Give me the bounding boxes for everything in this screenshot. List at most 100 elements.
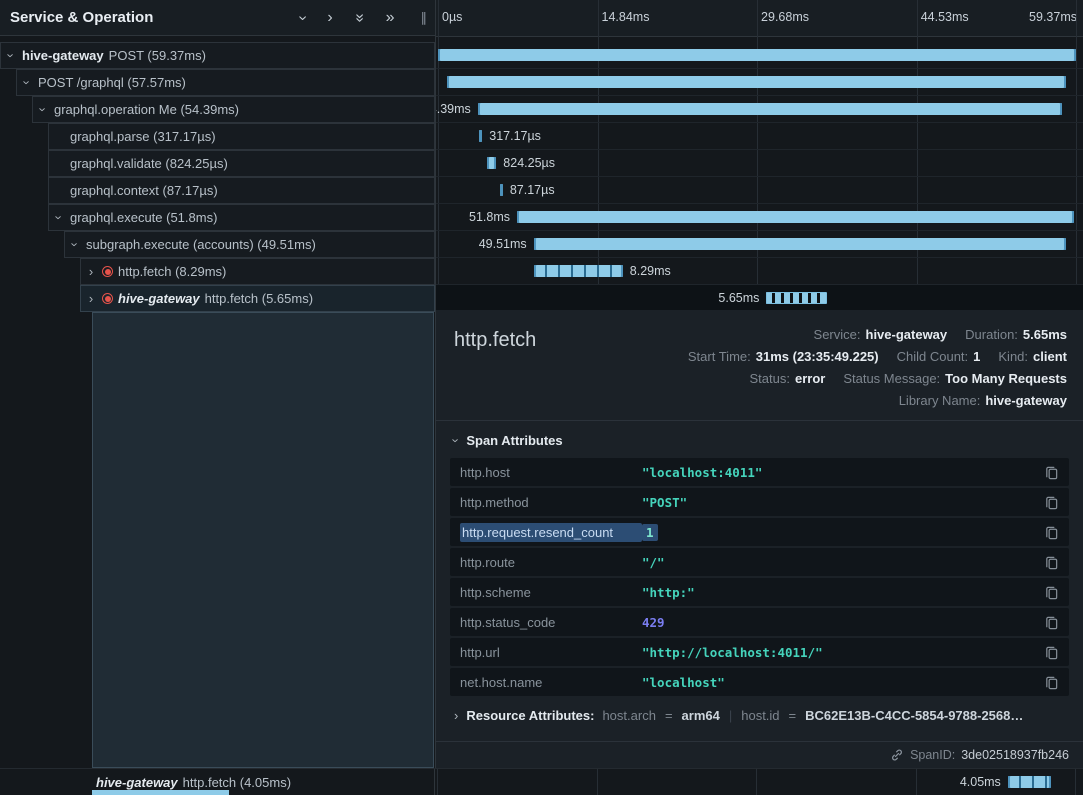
span-label: http.fetch (8.29ms) (118, 264, 226, 279)
timeline-tick-label: 0µs (442, 10, 462, 24)
chevron-down-icon[interactable]: › (52, 212, 67, 224)
tree-row[interactable]: ›graphql.operation Me (54.39ms) (0, 96, 435, 123)
copy-icon[interactable] (1044, 675, 1059, 690)
span-bar[interactable] (766, 292, 827, 304)
tree-row[interactable]: ›graphql.execute (51.8ms) (0, 204, 435, 231)
timeline-row[interactable]: 824.25µs (436, 150, 1083, 177)
chevron-right-icon: › (454, 709, 458, 722)
span-bar[interactable] (487, 157, 496, 169)
span-row-box: ›graphql.operation Me (54.39ms) (32, 96, 435, 123)
timeline-row[interactable]: 87.17µs (436, 177, 1083, 204)
timeline-row[interactable]: 8.29ms (436, 258, 1083, 285)
tree-row[interactable]: ›subgraph.execute (accounts) (49.51ms) (0, 231, 435, 258)
chevron-down-icon[interactable]: › (295, 15, 311, 20)
section-title: Span Attributes (466, 433, 562, 448)
meta-value: 1 (973, 349, 980, 364)
copy-icon[interactable] (1044, 525, 1059, 540)
attribute-row: net.host.name"localhost" (450, 668, 1069, 696)
trace-viewer: Service & Operation › › » » ∥ ›hive-gatewayP… (0, 0, 1083, 795)
span-duration-label: 5.65ms (718, 285, 759, 312)
span-bar[interactable] (438, 49, 1076, 61)
chevron-down-icon[interactable]: › (36, 104, 51, 116)
resize-handle-icon[interactable]: ∥ (421, 11, 428, 24)
span-row-box: graphql.context (87.17µs) (48, 177, 435, 204)
tree-row[interactable]: ›hive-gatewayhttp.fetch (5.65ms) (0, 285, 435, 312)
resource-attributes-preview: host.arch=arm64|host.id=BC62E13B-C4CC-58… (602, 708, 1023, 723)
detail-meta-line: Status:errorStatus Message:Too Many Requ… (688, 368, 1067, 390)
copy-icon[interactable] (1044, 465, 1059, 480)
attribute-value: "http:" (642, 585, 695, 600)
span-bar[interactable] (534, 265, 623, 277)
attribute-key: http.host (460, 465, 642, 480)
span-duration-label: 4.05ms (960, 769, 1001, 795)
separator: | (729, 708, 732, 723)
timeline-row[interactable]: 5.65ms (436, 285, 1083, 312)
span-label: subgraph.execute (accounts) (49.51ms) (86, 237, 316, 252)
meta-value: Too Many Requests (945, 371, 1067, 386)
meta-label: Service: (814, 327, 861, 342)
chevron-right-icon[interactable]: › (85, 291, 97, 306)
timeline-row[interactable]: 317.17µs (436, 123, 1083, 150)
service-name: hive-gateway (96, 775, 178, 790)
span-id-label: SpanID: (910, 748, 955, 762)
span-bar[interactable] (1008, 776, 1052, 788)
meta-label: Start Time: (688, 349, 751, 364)
timeline-row[interactable]: 51.8ms (436, 204, 1083, 231)
timeline-row[interactable]: 54.39ms (436, 96, 1083, 123)
span-duration-label: 51.8ms (469, 204, 510, 231)
chevron-down-icon[interactable]: › (20, 77, 35, 89)
chevron-down-icon[interactable]: › (68, 239, 83, 251)
span-bar[interactable] (517, 211, 1074, 223)
copy-icon[interactable] (1044, 495, 1059, 510)
span-label: graphql.validate (824.25µs) (70, 156, 228, 171)
tree-row[interactable]: graphql.context (87.17µs) (0, 177, 435, 204)
resource-value: arm64 (682, 708, 720, 723)
chevron-right-icon[interactable]: › (327, 10, 332, 26)
meta-value: error (795, 371, 825, 386)
span-bar[interactable] (447, 76, 1066, 88)
attribute-row: http.status_code429 (450, 608, 1069, 636)
attribute-row: http.host"localhost:4011" (450, 458, 1069, 486)
link-icon[interactable] (890, 748, 904, 762)
tree-row[interactable]: graphql.validate (824.25µs) (0, 150, 435, 177)
copy-icon[interactable] (1044, 555, 1059, 570)
copy-icon[interactable] (1044, 645, 1059, 660)
expand-all-icon[interactable]: » (386, 10, 395, 26)
timeline-row[interactable] (436, 69, 1083, 96)
meta-label: Duration: (965, 327, 1018, 342)
detail-meta-pair: Status Message:Too Many Requests (843, 368, 1067, 390)
attribute-row: http.url"http://localhost:4011/" (450, 638, 1069, 666)
attribute-key: http.request.resend_count (460, 523, 642, 542)
detail-meta-line: Library Name:hive-gateway (688, 390, 1067, 412)
chevron-down-icon[interactable]: › (4, 50, 19, 62)
tree-row[interactable]: graphql.parse (317.17µs) (0, 123, 435, 150)
span-bar[interactable] (479, 130, 482, 142)
grid-line (916, 769, 917, 795)
attribute-value: "http://localhost:4011/" (642, 645, 823, 660)
tree-row[interactable]: › http.fetch (8.29ms) (0, 258, 435, 285)
span-bar[interactable] (534, 238, 1066, 250)
attribute-key: http.scheme (460, 585, 642, 600)
span-row-box: › http.fetch (8.29ms) (80, 258, 435, 285)
attribute-value: 1 (642, 524, 658, 541)
equals-sign: = (665, 708, 673, 723)
span-row-box: graphql.parse (317.17µs) (48, 123, 435, 150)
span-id-row: SpanID: 3de02518937fb246 (436, 741, 1083, 768)
tree-row[interactable]: ›hive-gatewayPOST (59.37ms) (0, 42, 435, 69)
resource-attributes-toggle[interactable]: › Resource Attributes: host.arch=arm64|h… (436, 698, 1083, 731)
copy-icon[interactable] (1044, 615, 1059, 630)
partial-span-bar[interactable] (92, 790, 229, 795)
resource-attributes-title: Resource Attributes: (466, 708, 594, 723)
timeline-row[interactable]: 49.51ms (436, 231, 1083, 258)
span-bar[interactable] (500, 184, 503, 196)
tree-row[interactable]: ›POST /graphql (57.57ms) (0, 69, 435, 96)
span-bar[interactable] (478, 103, 1063, 115)
panel-title: Service & Operation (10, 9, 300, 26)
service-name: hive-gateway (118, 291, 200, 306)
span-attributes-toggle[interactable]: › Span Attributes (436, 421, 1083, 458)
collapse-all-icon[interactable]: » (351, 13, 367, 22)
copy-icon[interactable] (1044, 585, 1059, 600)
timeline-row[interactable] (436, 42, 1083, 69)
chevron-right-icon[interactable]: › (85, 264, 97, 279)
resource-key: host.arch (602, 708, 655, 723)
